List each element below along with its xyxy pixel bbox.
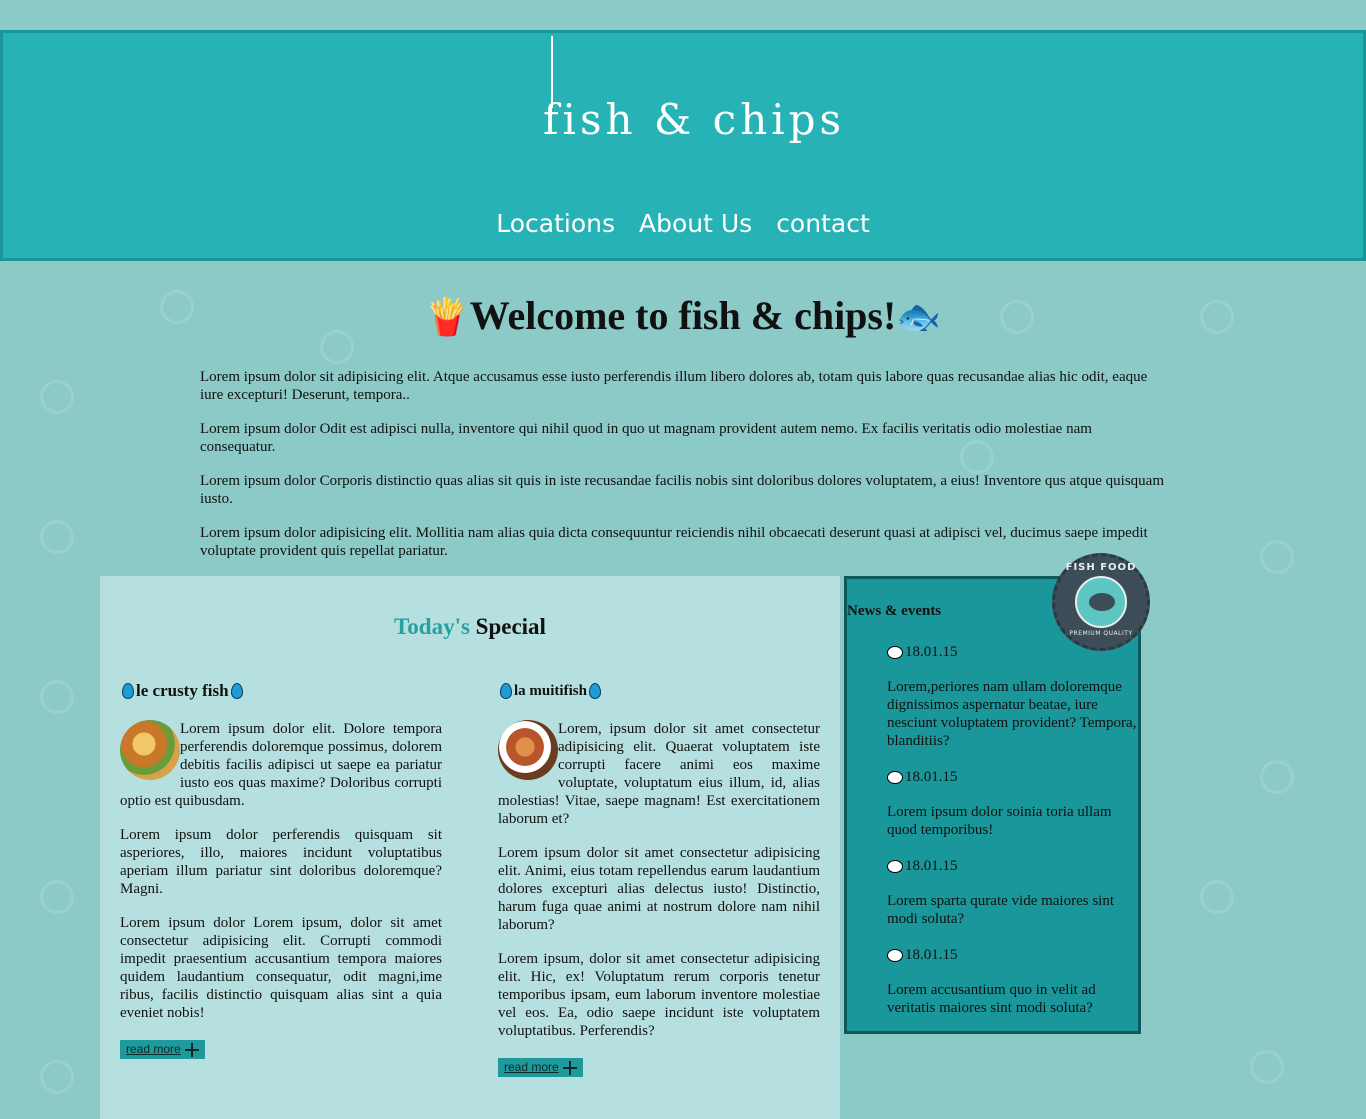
- welcome-title-text: Welcome to fish & chips!: [469, 293, 897, 338]
- dish-description: Lorem ipsum dolor sit amet consectetur a…: [498, 845, 820, 933]
- dish-description: Lorem ipsum dolor perferendis quisquam s…: [120, 827, 442, 897]
- read-more-label: read more: [504, 1060, 559, 1074]
- water-drop-icon: [230, 683, 243, 699]
- read-more-button[interactable]: read more: [498, 1058, 583, 1077]
- dish-description: Lorem ipsum dolor Lorem ipsum, dolor sit…: [120, 915, 442, 1021]
- news-date-text: 18.01.15: [905, 858, 958, 874]
- news-item: 18.01.15 Lorem ipsum dolor soinia toria …: [887, 768, 1142, 839]
- intro-text: Lorem ipsum dolor sit adipisicing elit. …: [200, 368, 1166, 576]
- welcome-title: 🍟Welcome to fish & chips!🐟: [0, 292, 1366, 339]
- news-title: News & events: [847, 603, 942, 619]
- water-drop-icon: [122, 683, 134, 699]
- dish-card: la muitifish Lorem, ipsum dolor sit amet…: [498, 682, 820, 1077]
- intro-paragraph: Lorem ipsum dolor sit adipisicing elit. …: [200, 369, 1148, 403]
- news-date: 18.01.15: [887, 768, 1142, 786]
- badge-bottom-text: PREMIUM QUALITY: [1069, 630, 1133, 637]
- specials-title-rest: Special: [469, 614, 546, 639]
- badge-fish-emblem: [1075, 576, 1127, 628]
- todays-special-section: Today's Special le crusty fish Lorem ips…: [100, 576, 840, 1119]
- news-date-text: 18.01.15: [905, 769, 958, 785]
- nav-locations[interactable]: Locations: [496, 209, 615, 238]
- news-text: Lorem accusantium quo in velit ad verita…: [887, 982, 1096, 1016]
- dish-description: Lorem ipsum, dolor sit amet consectetur …: [498, 951, 820, 1039]
- intro-paragraph: Lorem ipsum dolor adipisicing elit. Moll…: [200, 525, 1148, 559]
- water-drop-icon: [500, 683, 512, 699]
- fries-icon: 🍟: [424, 297, 470, 338]
- plus-icon: [184, 1042, 199, 1057]
- news-list: 18.01.15 Lorem,periores nam ullam dolore…: [887, 643, 1142, 1035]
- site-header: fish & chips Locations About Us contact: [0, 30, 1366, 261]
- news-text: Lorem sparta qurate vide maiores sint mo…: [887, 893, 1115, 927]
- badge-top-text: FISH FOOD: [1065, 562, 1137, 573]
- news-item: 18.01.15 Lorem accusantium quo in velit …: [887, 946, 1142, 1017]
- dish-name: le crusty fish: [120, 682, 442, 700]
- speech-bubble-icon: [887, 771, 903, 785]
- specials-title-highlight: Today's: [394, 614, 470, 639]
- nav-contact[interactable]: contact: [776, 209, 870, 238]
- news-date-text: 18.01.15: [905, 947, 958, 963]
- fish-icon: [1089, 593, 1115, 611]
- news-date: 18.01.15: [887, 946, 1142, 964]
- dish-name-text: le crusty fish: [136, 681, 229, 700]
- fish-food-badge: FISH FOOD PREMIUM QUALITY: [1052, 553, 1150, 651]
- news-item: 18.01.15 Lorem,periores nam ullam dolore…: [887, 643, 1142, 750]
- plus-icon: [562, 1060, 577, 1075]
- specials-title: Today's Special: [100, 614, 840, 640]
- dish-photo: [498, 720, 558, 780]
- logo[interactable]: fish & chips: [543, 95, 843, 155]
- speech-bubble-icon: [887, 949, 903, 963]
- news-text: Lorem,periores nam ullam doloremque dign…: [887, 679, 1137, 749]
- read-more-label: read more: [126, 1042, 181, 1056]
- intro-paragraph: Lorem ipsum dolor Odit est adipisci null…: [200, 421, 1092, 455]
- water-drop-icon: [588, 683, 601, 699]
- speech-bubble-icon: [887, 646, 903, 660]
- read-more-button[interactable]: read more: [120, 1040, 205, 1059]
- dish-photo: [120, 720, 180, 780]
- dish-name: la muitifish: [498, 682, 820, 700]
- news-item: 18.01.15 Lorem sparta qurate vide maiore…: [887, 857, 1142, 928]
- nav-about-us[interactable]: About Us: [639, 209, 752, 238]
- fish-icon: 🐟: [896, 297, 942, 338]
- speech-bubble-icon: [887, 860, 903, 874]
- main-nav: Locations About Us contact: [3, 209, 1363, 238]
- intro-paragraph: Lorem ipsum dolor Corporis distinctio qu…: [200, 473, 1165, 507]
- dish-card: le crusty fish Lorem ipsum dolor elit. D…: [120, 682, 442, 1059]
- news-date-text: 18.01.15: [905, 644, 958, 660]
- dish-name-text: la muitifish: [514, 683, 587, 699]
- news-text: Lorem ipsum dolor soinia toria ullam quo…: [887, 804, 1112, 838]
- news-date: 18.01.15: [887, 857, 1142, 875]
